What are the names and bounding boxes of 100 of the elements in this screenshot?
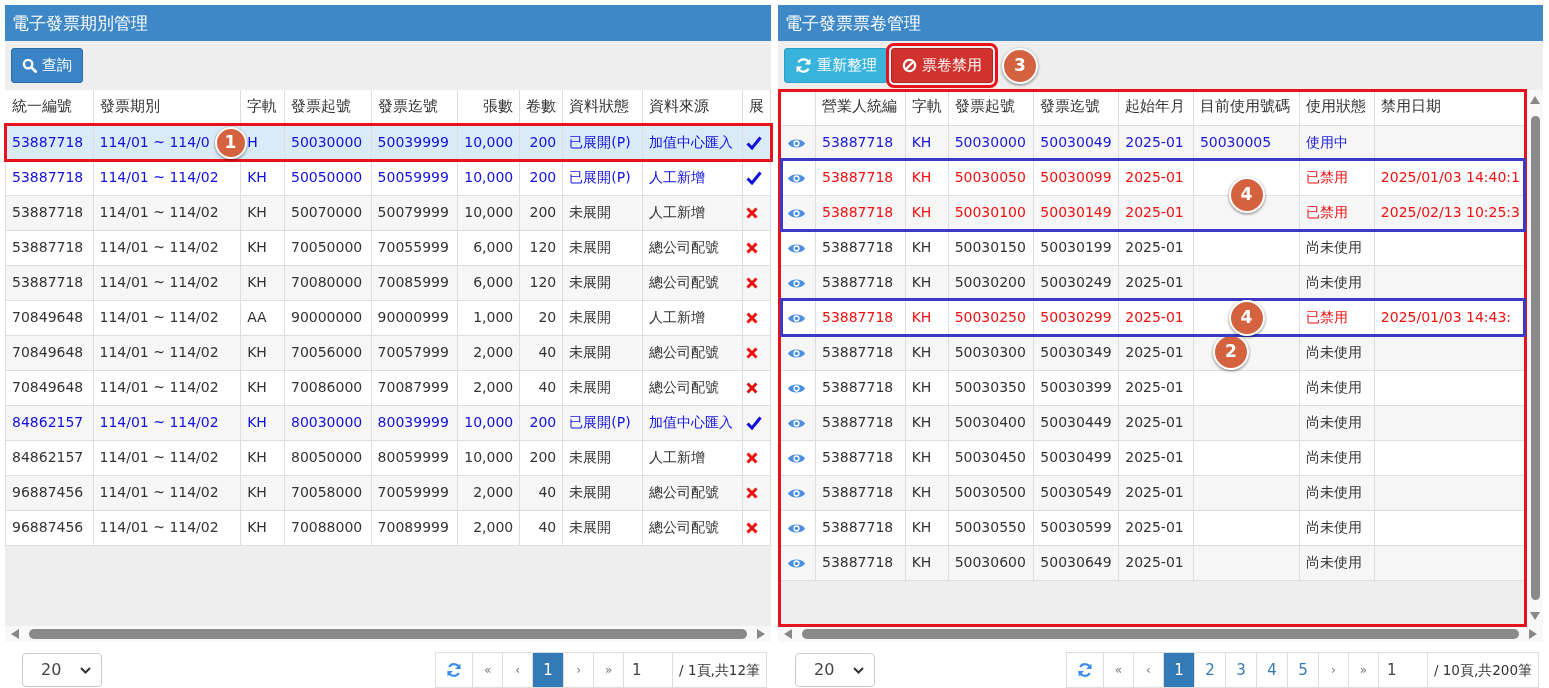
column-header[interactable]: 統一編號 (5, 90, 93, 125)
table-cell: 50030499 (1033, 440, 1119, 475)
table-row[interactable]: 53887718 KH 50030550 50030599 2025-01 尚未使用 (778, 510, 1527, 545)
table-cell: 80030000 (284, 405, 372, 440)
column-header[interactable]: 張數 (457, 90, 520, 125)
page-size-select[interactable]: 20 (795, 653, 875, 687)
table-row[interactable]: 53887718 KH 50030350 50030399 2025-01 尚未使用 (778, 370, 1527, 405)
table-cell: 70849648 (5, 335, 93, 370)
table-cell: 人工新增 (642, 195, 743, 230)
column-header[interactable]: 起始年月 (1118, 90, 1194, 125)
table-cell: 53887718 (815, 545, 906, 580)
column-header[interactable]: 發票期別 (93, 90, 241, 125)
last-page-button[interactable]: » (1347, 652, 1379, 688)
table-row[interactable]: 70849648 114/01 ~ 114/02 KH 70086000 70087999 2,000 40 未展開 總公司配號 (5, 370, 771, 405)
table-cell: 53887718 (815, 475, 906, 510)
column-header[interactable]: 發票迄號 (371, 90, 458, 125)
table-cell: 尚未使用 (1299, 335, 1375, 370)
next-page-button[interactable]: › (563, 652, 595, 688)
table-row[interactable]: 53887718 KH 50030200 50030249 2025-01 尚未使用 (778, 265, 1527, 300)
table-row[interactable]: 84862157 114/01 ~ 114/02 KH 80050000 80059999 10,000 200 未展開 人工新增 (5, 440, 771, 475)
previous-page-button[interactable]: ‹ (502, 652, 534, 688)
column-header[interactable]: 發票起號 (284, 90, 372, 125)
table-row[interactable]: 84862157 114/01 ~ 114/02 KH 80030000 80039999 10,000 200 已展開(P) 加值中心匯入 (5, 405, 771, 440)
horizontal-scrollbar[interactable] (5, 626, 771, 642)
page-button[interactable]: 1 (532, 652, 565, 688)
right-arrow-icon[interactable] (1529, 629, 1537, 639)
table-cell: 2025-01 (1118, 335, 1194, 370)
down-arrow-icon[interactable] (1530, 612, 1540, 620)
table-row[interactable]: 53887718 KH 50030600 50030649 2025-01 尚未使用 (778, 545, 1527, 580)
table-cell: 40 (519, 510, 563, 545)
table-row[interactable]: 53887718 KH 50030450 50030499 2025-01 尚未使用 (778, 440, 1527, 475)
table-row[interactable]: 53887718 114/01 ~ 114/02 KH 70050000 70055999 6,000 120 未展開 總公司配號 (5, 230, 771, 265)
first-page-button[interactable]: « (1102, 652, 1134, 688)
column-header[interactable]: 禁用日期 (1374, 90, 1527, 125)
table-cell: 114/01 ~ 114/02 (93, 440, 241, 475)
refresh-button[interactable] (1065, 652, 1104, 688)
column-header[interactable]: 發票迄號 (1033, 90, 1119, 125)
first-page-button[interactable]: « (472, 652, 504, 688)
table-row[interactable]: 53887718 KH 50030000 50030049 2025-01 50030005 使用中 (778, 125, 1527, 160)
column-header[interactable]: 字軌 (240, 90, 285, 125)
up-arrow-icon[interactable] (1530, 96, 1540, 104)
table-row[interactable]: 70849648 114/01 ~ 114/02 AA 90000000 90000999 1,000 20 未展開 人工新增 (5, 300, 771, 335)
table-cell: 114/01 ~ 114/02 (93, 160, 241, 195)
table-cell: 50030549 (1033, 475, 1119, 510)
table-cell: 96887456 (5, 510, 93, 545)
table-row[interactable]: 96887456 114/01 ~ 114/02 KH 70088000 70089999 2,000 40 未展開 總公司配號 (5, 510, 771, 545)
column-header[interactable]: 營業人統編 (815, 90, 906, 125)
table-row[interactable]: 53887718 114/01 ~ 114/02 KH 70080000 70085999 6,000 120 未展開 總公司配號 (5, 265, 771, 300)
column-header[interactable]: 字軌 (905, 90, 949, 125)
table-row[interactable]: 53887718 114/01 ~ 114/02 KH 50050000 50059999 10,000 200 已展開(P) 人工新增 (5, 160, 771, 195)
page-button[interactable]: 3 (1224, 652, 1257, 688)
table-cell: 53887718 (815, 125, 906, 160)
column-header[interactable]: 卷數 (519, 90, 563, 125)
table-cell: 2025-01 (1118, 440, 1194, 475)
page-input[interactable]: 1 (1377, 652, 1428, 688)
table-cell: 10,000 (457, 195, 520, 230)
next-page-button[interactable]: › (1317, 652, 1349, 688)
column-header[interactable]: 資料狀態 (562, 90, 643, 125)
table-row[interactable]: 70849648 114/01 ~ 114/02 KH 70056000 70057999 2,000 40 未展開 總公司配號 (5, 335, 771, 370)
table-row[interactable]: 53887718 KH 50030400 50030449 2025-01 尚未使用 (778, 405, 1527, 440)
page-button[interactable]: 5 (1286, 652, 1319, 688)
refresh-button[interactable] (435, 652, 474, 688)
search-icon (22, 58, 37, 73)
page-button[interactable]: 2 (1193, 652, 1226, 688)
table-cell: 50070000 (284, 195, 372, 230)
table-cell: KH (905, 405, 949, 440)
table-cell: 2025-01 (1118, 370, 1194, 405)
page-size-select[interactable]: 20 (22, 653, 102, 687)
table-row[interactable]: 53887718 KH 50030500 50030549 2025-01 尚未使用 (778, 475, 1527, 510)
column-header[interactable]: 使用狀態 (1299, 90, 1375, 125)
left-arrow-icon[interactable] (784, 629, 792, 639)
last-page-button[interactable]: » (593, 652, 625, 688)
table-cell: 50030400 (948, 405, 1034, 440)
previous-page-button[interactable]: ‹ (1132, 652, 1164, 688)
table-cell: 114/01 ~ 114/02 (93, 230, 241, 265)
table-cell: 53887718 (5, 265, 93, 300)
search-button[interactable]: 查詢 (11, 48, 83, 83)
table-cell: 尚未使用 (1299, 545, 1375, 580)
table-cell: 2025-01 (1118, 475, 1194, 510)
table-cell: KH (905, 335, 949, 370)
table-cell: 114/01 ~ 114/02 (93, 475, 241, 510)
table-cell: KH (905, 475, 949, 510)
vertical-scrollbar[interactable] (1527, 90, 1543, 626)
table-row[interactable]: 53887718 KH 50030150 50030199 2025-01 尚未使用 (778, 230, 1527, 265)
page-button[interactable]: 4 (1255, 652, 1288, 688)
right-arrow-icon[interactable] (757, 629, 765, 639)
table-row[interactable]: 96887456 114/01 ~ 114/02 KH 70058000 70059999 2,000 40 未展開 總公司配號 (5, 475, 771, 510)
table-row[interactable]: 53887718 114/01 ~ 114/02 KH 50070000 50079999 10,000 200 未展開 人工新增 (5, 195, 771, 230)
column-header[interactable]: 資料來源 (642, 90, 743, 125)
table-cell: 50030099 (1033, 160, 1119, 195)
column-header[interactable]: 發票起號 (948, 90, 1034, 125)
table-cell: 50030600 (948, 545, 1034, 580)
table-cell: 1,000 (457, 300, 520, 335)
table-cell: KH (905, 160, 949, 195)
page-button[interactable]: 1 (1162, 652, 1195, 688)
table-cell: KH (905, 370, 949, 405)
table-cell: 53887718 (815, 230, 906, 265)
column-header[interactable]: 目前使用號碼 (1193, 90, 1300, 125)
page-input[interactable]: 1 (623, 652, 674, 688)
left-arrow-icon[interactable] (11, 629, 19, 639)
